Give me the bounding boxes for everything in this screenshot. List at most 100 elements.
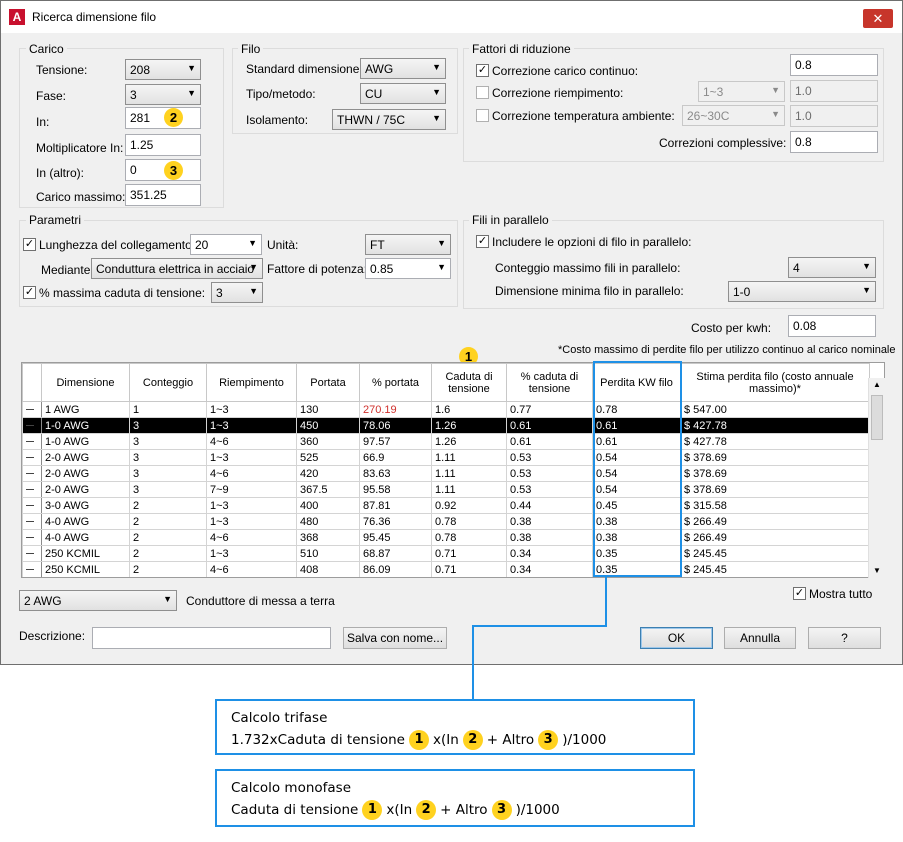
lunghezza-checkbox[interactable]: ✓ [23,238,36,251]
standard-combo[interactable]: AWG ▼ [360,58,446,79]
close-button[interactable]: ✕ [863,9,893,28]
filo-group-label: Filo [238,42,264,56]
cell-dimensione: 1-0 AWG [41,417,130,434]
col-conteggio[interactable]: Conteggio [129,363,207,402]
mostra-label: Mostra tutto [809,587,873,601]
descrizione-label: Descrizione: [19,629,86,643]
cell-percent-caduta: 0.53 [506,449,593,466]
row-header[interactable] [22,465,42,482]
continuo-field[interactable]: 0.8 [790,54,878,76]
includere-checkbox[interactable]: ✓ [476,235,489,248]
cell-riempimento: 4~6 [206,465,297,482]
cell-portata: 480 [296,513,360,530]
col-caduta[interactable]: Caduta di tensione [431,363,507,402]
tipo-combo[interactable]: CU ▼ [360,83,446,104]
table-row[interactable]: 250 KCMIL 2 4~6 408 86.09 0.71 0.34 0.35 $ 245.4… [22,561,870,577]
grid-scrollbar[interactable]: ▲ ▼ [868,378,885,578]
descrizione-field[interactable] [92,627,331,649]
table-row[interactable]: 1-0 AWG 3 4~6 360 97.57 1.26 0.61 0.61 $ 427.78 [22,433,870,450]
caduta-checkbox[interactable]: ✓ [23,286,36,299]
costo-field[interactable]: 0.08 [788,315,876,337]
monofase-callout: Calcolo monofase Caduta di tensione 1 x(In… [215,769,695,827]
col-dimensione[interactable]: Dimensione [41,363,130,402]
annulla-button[interactable]: Annulla [724,627,796,649]
dimensione-minima-combo[interactable]: 1-0 ▼ [728,281,876,302]
table-row[interactable]: 4-0 AWG 2 1~3 480 76.36 0.78 0.38 0.38 $ 266.49 [22,513,870,530]
table-row[interactable]: 4-0 AWG 2 4~6 368 95.45 0.78 0.38 0.38 $ 266.49 [22,529,870,546]
salva-button[interactable]: Salva con nome... [343,627,447,649]
table-row[interactable]: 1 AWG 1 1~3 130 270.19 1.6 0.77 0.78 $ 547.00 [22,401,870,418]
continuo-checkbox[interactable]: ✓ [476,64,489,77]
caduta-combo[interactable]: 3 ▼ [211,282,263,303]
caduta-label: % massima caduta di tensione: [39,286,206,300]
row-header[interactable] [22,529,42,546]
row-header[interactable] [22,401,42,418]
row-marker [26,425,34,427]
tensione-combo[interactable]: 208 ▼ [125,59,201,80]
temperatura-checkbox[interactable] [476,109,489,122]
table-row[interactable]: 1-0 AWG 3 1~3 450 78.06 1.26 0.61 0.61 $ 427.78 [22,417,870,434]
table-row[interactable]: 2-0 AWG 3 1~3 525 66.9 1.11 0.53 0.54 $ 378.69 [22,449,870,466]
cell-percent-portata: 66.9 [359,449,432,466]
riempimento-checkbox[interactable] [476,86,489,99]
col-portata[interactable]: Portata [296,363,360,402]
complessive-field[interactable]: 0.8 [790,131,878,153]
cell-riempimento: 1~3 [206,513,297,530]
terra-combo[interactable]: 2 AWG ▼ [19,590,177,611]
scroll-thumb[interactable] [871,395,883,440]
badge-1: 1 [409,730,429,750]
row-header[interactable] [22,417,42,434]
moltiplicatore-field[interactable]: 1.25 [125,134,201,156]
cell-percent-caduta: 0.38 [506,529,593,546]
temperatura-combo[interactable]: 26~30C ▼ [682,105,785,126]
row-header[interactable] [22,513,42,530]
cell-stima-perdita: $ 378.69 [680,481,870,498]
isolamento-combo[interactable]: THWN / 75C ▼ [332,109,446,130]
table-row[interactable]: 250 KCMIL 2 1~3 510 68.87 0.71 0.34 0.35 $ 245.4… [22,545,870,562]
scroll-down-icon[interactable]: ▼ [873,566,881,575]
connector-line [472,625,607,627]
conteggio-combo[interactable]: 4 ▼ [788,257,876,278]
results-grid[interactable]: Dimensione Conteggio Riempimento Portata… [21,362,885,578]
row-marker [26,569,34,571]
chevron-down-icon: ▼ [437,262,446,272]
row-marker [26,505,34,507]
row-header[interactable] [22,561,42,577]
carico-massimo-field[interactable]: 351.25 [125,184,201,206]
lunghezza-combo[interactable]: 20 ▼ [190,234,262,255]
mediante-combo[interactable]: Conduttura elettrica in acciaio ▼ [91,258,263,279]
row-header[interactable] [22,545,42,562]
table-row[interactable]: 3-0 AWG 2 1~3 400 87.81 0.92 0.44 0.45 $ 315.58 [22,497,870,514]
col-riempimento[interactable]: Riempimento [206,363,297,402]
row-header[interactable] [22,497,42,514]
help-button[interactable]: ? [808,627,881,649]
riempimento-field[interactable]: 1.0 [790,80,878,102]
col-percent-portata[interactable]: % portata [359,363,432,402]
row-header[interactable] [22,481,42,498]
fase-combo[interactable]: 3 ▼ [125,84,201,105]
col-percent-caduta[interactable]: % caduta di tensione [506,363,593,402]
cell-stima-perdita: $ 266.49 [680,513,870,530]
in-field[interactable]: 281 [125,107,201,129]
riempimento-combo[interactable]: 1~3 ▼ [698,81,785,102]
temperatura-field[interactable]: 1.0 [790,105,878,127]
row-header[interactable] [22,449,42,466]
table-row[interactable]: 2-0 AWG 3 4~6 420 83.63 1.11 0.53 0.54 $ 378.69 [22,465,870,482]
ok-button[interactable]: OK [640,627,713,649]
includere-label: Includere le opzioni di filo in parallel… [492,235,692,249]
riempimento-label: Correzione riempimento: [492,86,624,100]
chevron-down-icon: ▼ [248,238,257,248]
table-row[interactable]: 2-0 AWG 3 7~9 367.5 95.58 1.11 0.53 0.54 $ 378.6… [22,481,870,498]
cell-percent-portata: 95.58 [359,481,432,498]
unita-combo[interactable]: FT ▼ [365,234,451,255]
scroll-up-icon[interactable]: ▲ [873,380,881,389]
fattore-combo[interactable]: 0.85 ▼ [365,258,451,279]
cell-caduta: 1.6 [431,401,507,418]
connector-line [472,625,474,700]
cell-caduta: 0.71 [431,561,507,577]
row-header[interactable] [22,433,42,450]
cell-caduta: 1.11 [431,481,507,498]
in-altro-field[interactable]: 0 [125,159,201,181]
mostra-checkbox[interactable]: ✓ [793,587,806,600]
col-stima-perdita[interactable]: Stima perdita filo (costo annuale massim… [680,363,870,402]
